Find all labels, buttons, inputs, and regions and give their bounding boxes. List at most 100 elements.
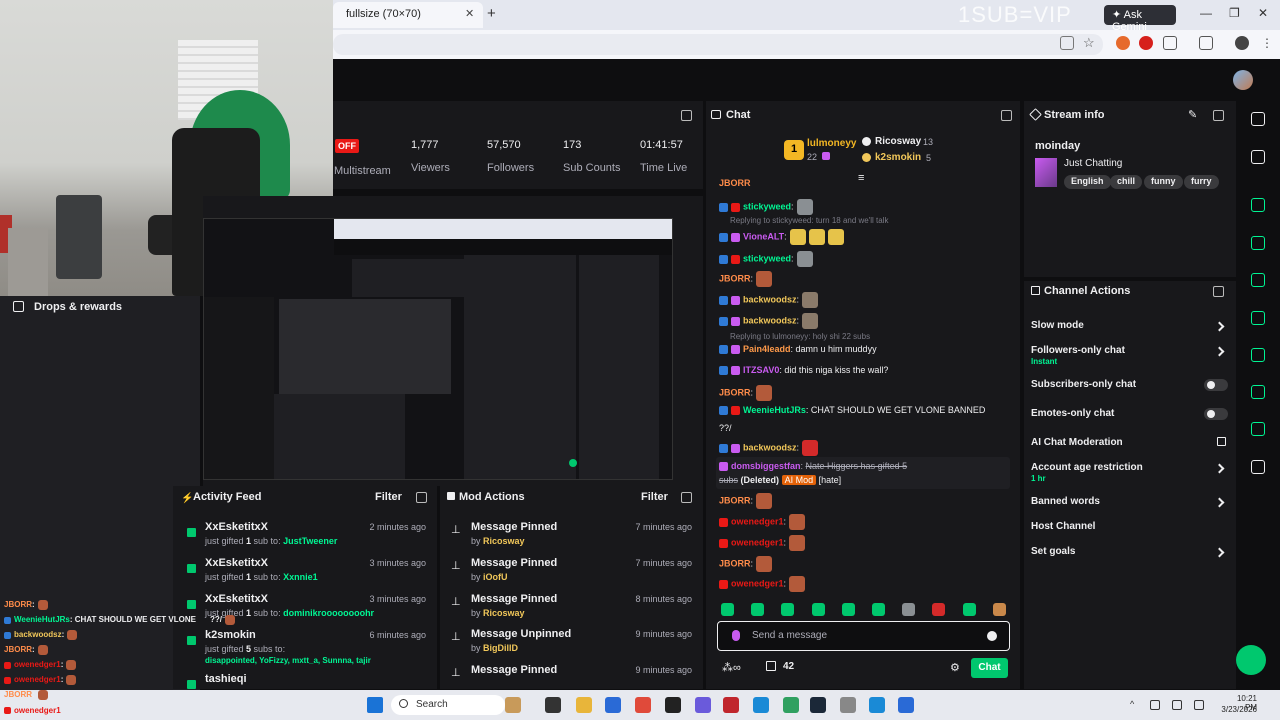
channel-action-label[interactable]: Account age restriction [1031,462,1143,473]
drops-rewards-link[interactable]: Drops & rewards [34,301,122,313]
chat-username[interactable]: backwoodsz [743,442,797,452]
quick-emote[interactable] [932,603,946,616]
chat-username[interactable]: JBORR [719,495,751,505]
chat-username[interactable]: Pain4leadd [743,344,791,354]
chat-emote[interactable] [756,493,773,509]
tray-chevron-icon[interactable]: ^ [1130,699,1134,709]
chat-emote[interactable] [796,199,813,215]
mute-icon[interactable] [1060,36,1074,50]
adblock-icon[interactable] [1139,36,1153,50]
quick-emote[interactable] [902,603,916,616]
stream-info-popout-icon[interactable] [1213,110,1224,121]
chat-gear-icon[interactable]: ⚙ [950,661,960,674]
feed-target[interactable]: JustTweener [283,536,337,546]
channel-action-label[interactable]: Host Channel [1031,521,1095,532]
feed-target[interactable]: disappointed, YoFizzy, mxtt_a, Sunnna, t… [205,656,371,665]
chat-username[interactable]: owenedger1 [731,537,784,547]
chat-username[interactable]: stickyweed [743,201,791,211]
quick-emote[interactable] [751,603,765,616]
chat-username[interactable]: stickyweed [743,253,791,263]
user-avatar[interactable] [1233,70,1253,90]
mic-tray-icon[interactable] [1172,700,1182,710]
quick-emote[interactable] [841,603,855,616]
activity-filter-button[interactable]: Filter [375,491,402,503]
quick-emote[interactable] [872,603,885,616]
channel-action-label[interactable]: Subscribers-only chat [1031,379,1136,390]
chat-popout-icon[interactable] [1001,110,1012,121]
profile-icon[interactable] [1235,36,1249,50]
feed-username[interactable]: XxEsketitxX [205,557,268,569]
chrome-icon[interactable] [635,697,651,713]
dots-icon[interactable] [1251,460,1265,474]
leader-1-name[interactable]: lulmoneyy [807,138,856,149]
category-name[interactable]: Just Chatting [1064,158,1122,169]
chat-username[interactable]: JBORR [719,558,751,568]
channel-action-label[interactable]: Set goals [1031,546,1075,557]
chat-emote[interactable] [756,556,773,572]
mod-username[interactable]: BigDillD [483,643,518,653]
menu-dots-icon[interactable]: ⋮ [1261,36,1273,50]
tag-funny[interactable]: funny [1144,175,1183,189]
channel-actions-popout-icon[interactable] [1213,286,1224,297]
external-link-icon[interactable] [1217,437,1226,446]
chat-emote[interactable] [802,440,819,456]
discord-icon[interactable] [695,697,711,713]
chat-emote[interactable] [802,292,819,308]
tag-furry[interactable]: furry [1184,175,1219,189]
stream-preview[interactable] [203,218,673,480]
feed-target[interactable]: Xxnnie1 [283,572,318,582]
chat-username[interactable]: owenedger1 [731,578,784,588]
channel-action-label[interactable]: Followers-only chat [1031,345,1125,356]
taskbar-date[interactable]: 3/23/2026 [1220,705,1257,714]
app-icon[interactable] [665,697,681,713]
chat-username[interactable]: VioneALT [743,231,784,241]
remote-icon[interactable] [898,697,914,713]
chat-username[interactable]: JBORR [719,387,751,397]
steam-icon[interactable] [810,697,826,713]
pencil-icon[interactable] [1251,150,1265,164]
chat-emote[interactable] [789,576,806,592]
chat-icon[interactable] [1251,311,1265,325]
sidepanel-icon[interactable] [1199,36,1213,50]
tag-english[interactable]: English [1064,175,1111,189]
chat-emote[interactable] [756,385,773,401]
extensions-puzzle-icon[interactable] [1163,36,1177,50]
feed-username[interactable]: XxEsketitxX [205,521,268,533]
leader-3-name[interactable]: k2smokin [875,152,921,163]
mod-username[interactable]: Ricosway [483,536,525,546]
chat-emote[interactable] [796,251,813,267]
leader-2-name[interactable]: Ricosway [875,136,921,147]
channel-action-label[interactable]: Slow mode [1031,320,1084,331]
emoji-icon[interactable] [987,631,997,641]
channel-action-label[interactable]: Emotes-only chat [1031,408,1114,419]
edge-dev-icon[interactable] [869,697,885,713]
chat-settings-people-icon[interactable]: ⁂∞ [722,661,741,674]
adobe-icon[interactable] [723,697,739,713]
chat-emote[interactable] [802,313,819,329]
maximize-icon[interactable]: ❐ [1229,6,1240,20]
close-window-icon[interactable]: ✕ [1258,6,1268,20]
mod-username[interactable]: iOofU [483,572,508,582]
taskbar-search-box[interactable] [391,695,505,715]
channel-action-label[interactable]: Banned words [1031,496,1100,507]
tag-chill[interactable]: chill [1110,175,1143,189]
volume-icon[interactable] [1194,700,1204,710]
chat-username[interactable]: owenedger1 [731,516,784,526]
points-icon[interactable] [766,661,776,671]
bookmark-star-icon[interactable]: ☆ [1083,35,1095,51]
quick-emote[interactable] [811,603,825,616]
quick-emote[interactable] [962,603,976,616]
mic-icon[interactable] [732,630,740,641]
chat-username[interactable]: backwoodsz [743,294,797,304]
feed-target[interactable]: dominikroooooooohr [283,608,374,618]
lightning-icon[interactable] [1251,236,1265,250]
extension-icon[interactable] [1116,36,1130,50]
reply-context[interactable]: Replying to lulmoneyy: holy shi 22 subs [730,332,870,341]
feed-username[interactable]: tashieqi [205,673,247,685]
ask-gemini-button[interactable]: ✦ Ask Gemini [1104,5,1176,33]
channel-action-label[interactable]: AI Chat Moderation [1031,437,1123,448]
chat-emote[interactable] [808,229,825,245]
chat-emote[interactable] [827,229,844,245]
settings-icon[interactable] [840,697,856,713]
feed-username[interactable]: k2smokin [205,629,256,641]
